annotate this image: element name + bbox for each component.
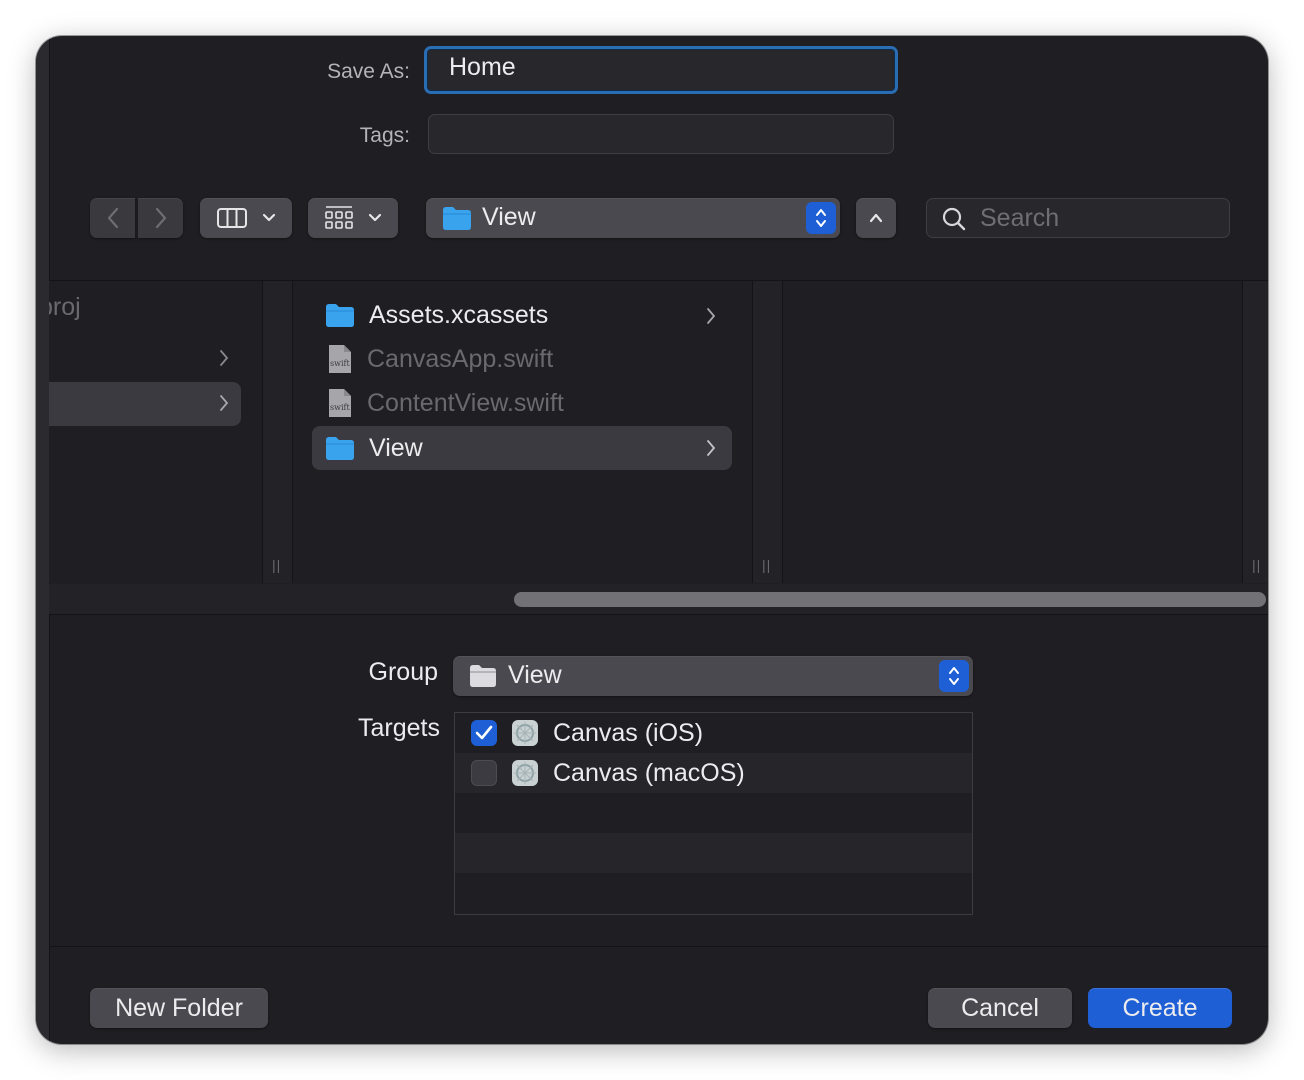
up-down-chevron-icon: [949, 667, 959, 685]
folder-icon: [326, 304, 354, 327]
column-view-icon: [217, 208, 247, 228]
chevron-right-icon: [220, 395, 229, 411]
list-item[interactable]: swift CanvasApp.swift: [312, 337, 732, 381]
browser-divider: [49, 614, 1268, 615]
list-item[interactable]: Assets.xcassets: [312, 293, 732, 337]
horizontal-scrollbar[interactable]: [49, 584, 1268, 614]
folder-icon: [470, 665, 496, 687]
group-value: View: [508, 661, 562, 689]
target-name: Canvas (macOS): [553, 758, 745, 787]
icon-grid-icon: [325, 206, 353, 229]
folder-icon: [443, 207, 471, 230]
chevron-down-icon: [262, 213, 276, 222]
chevron-right-icon: [707, 440, 716, 456]
cancel-button[interactable]: Cancel: [928, 988, 1072, 1028]
expand-toggle-button[interactable]: [856, 198, 896, 238]
targets-label: Targets: [358, 714, 440, 742]
file-badge: swift: [330, 403, 350, 412]
save-as-value: Home: [449, 53, 516, 81]
back-button[interactable]: [90, 198, 135, 238]
current-column: Assets.xcassets swift CanvasApp.swift sw…: [292, 281, 752, 583]
save-dialog: Save As: Home Tags: View Search roj || A…: [36, 36, 1268, 1044]
chevron-down-icon: [368, 213, 382, 222]
checkmark-icon: [475, 725, 493, 740]
column-resizer[interactable]: ||: [262, 281, 293, 583]
search-field[interactable]: Search: [926, 198, 1230, 238]
parent-column-label: proj: [49, 293, 81, 321]
scrollbar-thumb[interactable]: [514, 592, 1266, 607]
create-button[interactable]: Create: [1088, 988, 1232, 1028]
resize-grip-icon: ||: [762, 557, 772, 573]
popup-arrows: [806, 202, 836, 234]
file-badge: swift: [330, 359, 350, 368]
tags-label: Tags:: [359, 124, 410, 147]
create-label: Create: [1122, 993, 1198, 1022]
item-name: ContentView.swift: [367, 388, 564, 417]
window-edge: [36, 36, 50, 1044]
resize-grip-icon: ||: [1252, 557, 1262, 573]
targets-table: Canvas (iOS) Canvas (macOS): [454, 712, 973, 915]
up-down-chevron-icon: [816, 209, 826, 227]
target-name: Canvas (iOS): [553, 718, 704, 747]
app-target-icon: [512, 760, 538, 786]
popup-arrows: [939, 660, 969, 692]
save-as-field[interactable]: Home: [424, 46, 898, 94]
group-label: Group: [368, 658, 438, 686]
chevron-left-icon: [107, 207, 118, 229]
table-row-empty: [455, 833, 972, 873]
child-column: [782, 281, 1242, 583]
chevron-right-icon: [155, 207, 166, 229]
item-name: View: [369, 433, 423, 462]
new-folder-label: New Folder: [115, 993, 243, 1022]
app-target-icon: [512, 720, 538, 746]
parent-column: proj: [49, 281, 262, 583]
parent-column-item[interactable]: proj: [49, 293, 81, 322]
new-folder-button[interactable]: New Folder: [90, 988, 268, 1028]
column-resizer[interactable]: ||: [752, 281, 783, 583]
folder-icon: [326, 437, 354, 460]
location-value: View: [482, 203, 536, 231]
target-checkbox[interactable]: [471, 760, 497, 786]
list-item[interactable]: swift ContentView.swift: [312, 381, 732, 425]
item-name: Assets.xcassets: [369, 300, 549, 329]
parent-column-selected-row[interactable]: [49, 382, 241, 426]
footer-divider: [49, 946, 1268, 947]
swift-file-icon: swift: [329, 389, 351, 417]
search-placeholder: Search: [980, 204, 1060, 232]
forward-button[interactable]: [138, 198, 183, 238]
table-row[interactable]: Canvas (iOS): [455, 713, 972, 753]
tags-field[interactable]: [428, 114, 894, 154]
group-by-button[interactable]: [308, 198, 398, 238]
table-row[interactable]: Canvas (macOS): [455, 753, 972, 793]
column-resizer[interactable]: ||: [1242, 281, 1268, 583]
chevron-up-icon: [869, 213, 883, 223]
cancel-label: Cancel: [961, 993, 1039, 1022]
resize-grip-icon: ||: [272, 557, 282, 573]
table-row-empty: [455, 793, 972, 833]
group-popup[interactable]: View: [453, 656, 973, 696]
list-item-selected[interactable]: View: [312, 426, 732, 470]
location-popup[interactable]: View: [426, 198, 840, 238]
save-as-label: Save As:: [327, 60, 410, 83]
table-row-empty: [455, 873, 972, 913]
swift-file-icon: swift: [329, 345, 351, 373]
chevron-right-icon: [707, 308, 716, 324]
file-browser: proj || Assets.xcassets swift CanvasApp.…: [49, 281, 1268, 583]
search-icon: [942, 207, 966, 231]
target-checkbox[interactable]: [471, 720, 497, 746]
view-mode-button[interactable]: [200, 198, 292, 238]
chevron-right-icon: [220, 350, 229, 366]
item-name: CanvasApp.swift: [367, 344, 554, 373]
